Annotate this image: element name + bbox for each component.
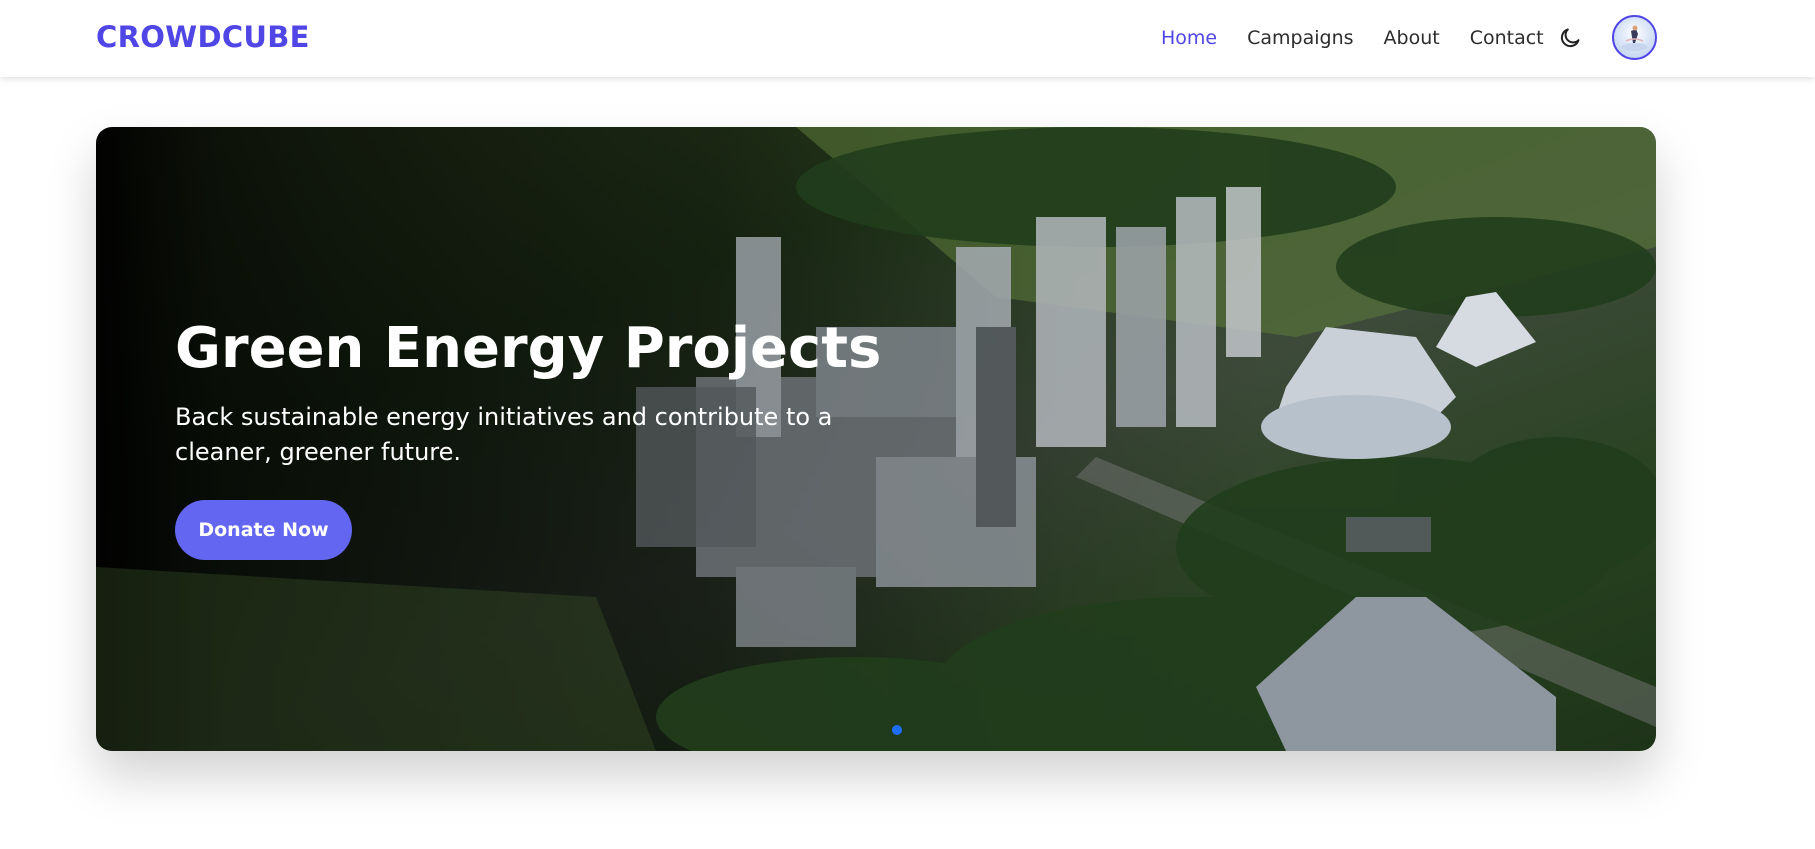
nav-links: Home Campaigns About Contact [1161,24,1574,52]
nav-item-campaigns[interactable]: Campaigns [1247,24,1353,52]
avatar-image [1621,25,1648,51]
moon-icon [1560,28,1580,48]
top-navbar: CROWDCUBE Home Campaigns About Contact [0,0,1815,77]
hero-description: Back sustainable energy initiatives and … [175,403,833,466]
hero-title: Green Energy Projects [175,316,882,381]
nav-item-home[interactable]: Home [1161,24,1217,52]
nav-item-contact[interactable]: Contact [1470,24,1544,52]
hero-carousel: Green Energy Projects Back sustainable e… [96,127,1656,751]
theme-toggle-button[interactable] [1556,24,1584,52]
user-avatar[interactable] [1612,15,1657,60]
brand-logo[interactable]: CROWDCUBE [96,20,310,54]
carousel-indicator-dot[interactable] [892,725,902,735]
nav-item-about[interactable]: About [1384,24,1440,52]
donate-now-button[interactable]: Donate Now [175,500,352,560]
